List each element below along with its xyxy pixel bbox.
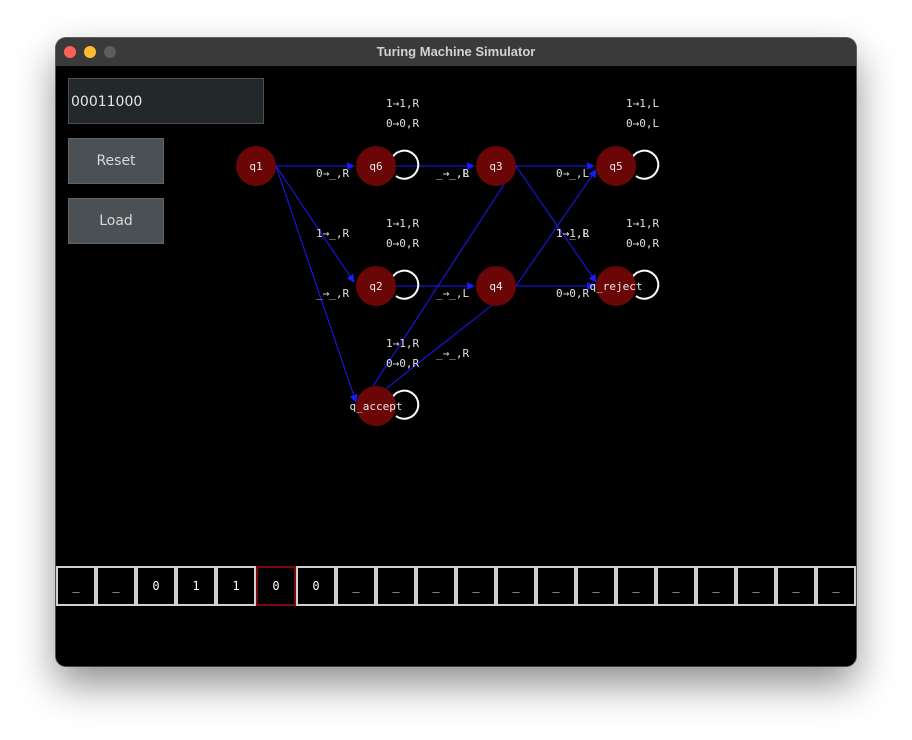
transition-label: 0→0,R	[386, 117, 419, 130]
tape-cell: _	[456, 566, 496, 606]
transition-label: 0→0,R	[386, 237, 419, 250]
state-diagram: q1 q6 q3 q5 q2 q4 q_reject q_accept 0→_,…	[236, 97, 659, 426]
tape-cell: 0	[136, 566, 176, 606]
transition-label: 1→1,R	[386, 217, 419, 230]
state-label-q5: q5	[609, 160, 622, 173]
transition-label: 0→0,L	[626, 117, 659, 130]
tape-cell: 0	[296, 566, 336, 606]
tape-cell: _	[696, 566, 736, 606]
transition-label: 1→_,L	[556, 227, 589, 240]
tape-cell: _	[576, 566, 616, 606]
title-bar: Turing Machine Simulator	[56, 38, 856, 67]
transition-label: _→_,R	[436, 347, 469, 360]
tape-cell: _	[656, 566, 696, 606]
edge-q1-q2	[275, 165, 355, 283]
transition-label: 0→0,R	[386, 357, 419, 370]
state-label-q6: q6	[369, 160, 382, 173]
tape: _ _ 0 1 1 0 0 _ _ _ _ _ _ _ _ _ _ _ _ _	[56, 566, 856, 606]
state-label-q2: q2	[369, 280, 382, 293]
tape-cell: _	[496, 566, 536, 606]
tape-cell: _	[416, 566, 456, 606]
state-label-q1: q1	[249, 160, 262, 173]
tape-cell: _	[616, 566, 656, 606]
transition-label: 1→1,R	[626, 217, 659, 230]
tape-cell: _	[816, 566, 856, 606]
tape-cell: _	[776, 566, 816, 606]
tape-cell: _	[336, 566, 376, 606]
tape-cell: _	[376, 566, 416, 606]
transition-label: 1→1,R	[386, 97, 419, 110]
tape-cell: _	[536, 566, 576, 606]
tape-cell: _	[736, 566, 776, 606]
simulator-canvas: 00011000 Reset Load q1 q6 q3 q5 q2 q4 q_…	[56, 66, 856, 666]
edge-q1-q-accept	[275, 165, 358, 403]
tape-cell: 1	[176, 566, 216, 606]
state-label-q4: q4	[489, 280, 503, 293]
tape-cell: _	[96, 566, 136, 606]
state-label-q-accept: q_accept	[350, 400, 403, 413]
transition-label: 1→1,L	[626, 97, 659, 110]
app-window: Turing Machine Simulator 00011000 Reset …	[56, 38, 856, 666]
transition-label: 0→_,R	[316, 167, 349, 180]
state-label-q-reject: q_reject	[590, 280, 643, 293]
transition-label: _→_,R	[316, 287, 349, 300]
tape-cell-head: 0	[256, 566, 296, 606]
state-label-q3: q3	[489, 160, 502, 173]
transition-label: 1→_,R	[316, 227, 349, 240]
transition-label: 0→0,R	[626, 237, 659, 250]
transition-label: 0→_,L	[556, 167, 589, 180]
transition-label: 0→0,R	[556, 287, 589, 300]
tape-cell: _	[56, 566, 96, 606]
tape-cell: 1	[216, 566, 256, 606]
transition-label: _→_,L	[436, 287, 469, 300]
edge-q3-q-reject	[515, 165, 597, 283]
window-title: Turing Machine Simulator	[376, 44, 536, 59]
transition-label: 1→1,R	[386, 337, 419, 350]
transition-label: _→_,R	[436, 167, 469, 180]
